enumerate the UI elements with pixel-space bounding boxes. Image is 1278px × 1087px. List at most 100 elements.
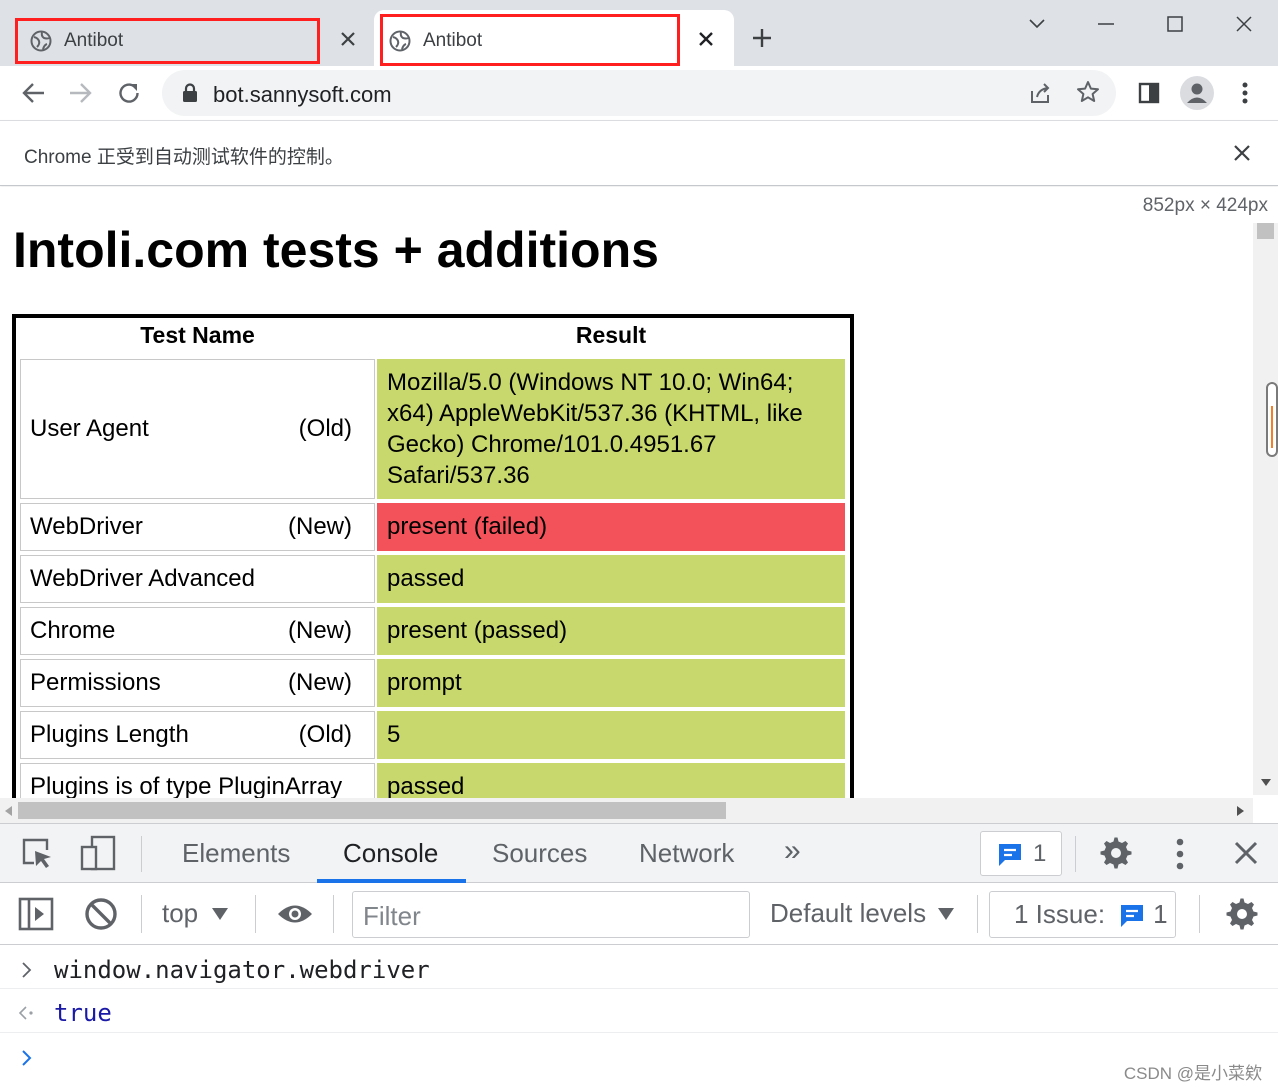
viewport-size-overlay: 852px × 424px xyxy=(1142,195,1268,217)
watermark: CSDN @是小菜欸 xyxy=(1123,1064,1262,1083)
new-tab-icon[interactable] xyxy=(748,24,776,52)
divider xyxy=(977,895,978,933)
back-button[interactable] xyxy=(15,75,51,111)
divider xyxy=(1199,895,1200,933)
log-levels-label: Default levels xyxy=(770,898,927,928)
automation-infobar: Chrome 正受到自动测试软件的控制。 xyxy=(0,120,1278,186)
divider xyxy=(333,895,334,933)
table-row-name-cell: WebDriver (New) xyxy=(20,503,375,551)
test-tag: (New) xyxy=(288,669,352,696)
messages-count: 1 xyxy=(1033,839,1047,867)
highlight-box xyxy=(380,14,680,66)
clear-console-icon[interactable] xyxy=(84,897,118,931)
divider xyxy=(1075,836,1076,872)
console-result-row: true xyxy=(0,989,1278,1033)
bookmark-star-icon[interactable] xyxy=(1076,80,1100,104)
table-row-result-cell: Mozilla/5.0 (Windows NT 10.0; Win64; x64… xyxy=(377,359,845,499)
context-label: top xyxy=(162,898,199,928)
message-icon xyxy=(997,841,1023,867)
tab-sources[interactable]: Sources xyxy=(492,838,587,869)
test-name: Plugins is of type PluginArray xyxy=(30,773,343,800)
divider xyxy=(255,895,256,933)
table-header-result: Result xyxy=(575,322,647,348)
tab-network[interactable]: Network xyxy=(639,838,734,869)
scroll-down-arrow-icon[interactable] xyxy=(1261,779,1271,786)
url-text: bot.sannysoft.com xyxy=(213,82,392,107)
divider xyxy=(141,895,142,933)
filter-input[interactable]: Filter xyxy=(352,891,750,938)
table-row-name-cell: Permissions (New) xyxy=(20,659,375,707)
table-row-name-cell: Chrome (New) xyxy=(20,607,375,655)
result-arrow-icon xyxy=(18,1006,36,1020)
sidebar-toggle-icon[interactable] xyxy=(18,897,54,931)
console-result-value: true xyxy=(54,999,112,1027)
scroll-left-arrow-icon[interactable] xyxy=(5,806,12,816)
issues-button[interactable]: 1 Issue: 1 xyxy=(989,891,1176,938)
results-table: Test Name Result User Agent (Old) Mozilla/… xyxy=(12,314,854,814)
forward-button[interactable] xyxy=(63,75,99,111)
dropdown-triangle-icon xyxy=(938,907,955,920)
scrollbar-thumb[interactable] xyxy=(18,802,726,819)
close-devtools-icon[interactable] xyxy=(1234,841,1258,865)
devtools-menu-kebab-icon[interactable] xyxy=(1176,838,1184,870)
table-row-result-cell: passed xyxy=(377,555,845,603)
log-levels-dropdown[interactable]: Default levels xyxy=(770,898,955,929)
page-vertical-scrollbar[interactable] xyxy=(1253,223,1278,795)
message-icon xyxy=(1119,902,1145,928)
scroll-right-arrow-icon[interactable] xyxy=(1237,806,1244,816)
prompt-chevron-icon xyxy=(22,1050,32,1066)
maximize-icon[interactable] xyxy=(1155,6,1195,42)
devtools-tab-bar: Elements Console Sources Network » 1 xyxy=(0,823,1278,883)
tab-search-icon[interactable] xyxy=(1017,6,1057,42)
test-tag: (New) xyxy=(288,617,352,644)
console-prompt[interactable]: CSDN @是小菜欸 xyxy=(0,1033,1278,1087)
settings-gear-icon[interactable] xyxy=(1099,836,1133,870)
address-bar[interactable]: bot.sannysoft.com xyxy=(162,70,1116,116)
test-tag: (New) xyxy=(288,513,352,540)
reload-button[interactable] xyxy=(111,75,147,111)
console-command: window.navigator.webdriver xyxy=(54,956,430,984)
console-settings-gear-icon[interactable] xyxy=(1225,897,1259,931)
page-title: Intoli.com tests + additions xyxy=(13,222,659,278)
context-selector[interactable]: top xyxy=(162,898,229,929)
table-row-name-cell: WebDriver Advanced xyxy=(20,555,375,603)
dropdown-triangle-icon xyxy=(212,907,229,920)
console-output: window.navigator.webdriver true CSDN @是小… xyxy=(0,945,1278,1087)
tab-console[interactable]: Console xyxy=(343,838,438,869)
prompt-chevron-icon xyxy=(22,962,32,978)
tab-close-icon[interactable] xyxy=(692,25,720,53)
share-icon[interactable] xyxy=(1028,81,1052,105)
tab-close-icon[interactable] xyxy=(334,25,362,53)
infobar-close-icon[interactable] xyxy=(1234,145,1250,161)
page-horizontal-scrollbar[interactable] xyxy=(0,798,1253,823)
live-expression-eye-icon[interactable] xyxy=(276,903,314,925)
menu-kebab-icon[interactable] xyxy=(1227,75,1263,111)
side-panel-icon[interactable] xyxy=(1131,75,1167,111)
test-tag: (Old) xyxy=(298,415,352,442)
console-messages-badge[interactable]: 1 xyxy=(980,831,1062,876)
close-window-icon[interactable] xyxy=(1224,6,1264,42)
browser-toolbar: bot.sannysoft.com xyxy=(0,66,1278,120)
overlay-scroll-indicator[interactable] xyxy=(1266,382,1278,457)
scrollbar-thumb[interactable] xyxy=(1257,223,1274,239)
table-row-name-cell: Plugins Length (Old) xyxy=(20,711,375,759)
scroll-indicator-mark xyxy=(1271,406,1273,448)
issues-label: 1 Issue: xyxy=(1014,899,1106,929)
minimize-icon[interactable] xyxy=(1086,6,1126,42)
table-row-result-cell: 5 xyxy=(377,711,845,759)
inspect-element-icon[interactable] xyxy=(20,836,54,870)
console-input-echo-row: window.navigator.webdriver xyxy=(0,945,1278,989)
more-tabs-button[interactable]: » xyxy=(784,834,801,868)
tab-strip: Antibot Antibot xyxy=(0,0,1278,66)
device-toolbar-icon[interactable] xyxy=(80,835,116,871)
page-viewport: 852px × 424px Intoli.com tests + additio… xyxy=(0,187,1278,823)
test-name: Plugins Length xyxy=(30,721,189,748)
test-name: User Agent xyxy=(30,415,149,442)
test-name: WebDriver Advanced xyxy=(30,565,255,592)
table-header-test-name: Test Name xyxy=(140,322,255,348)
highlight-box xyxy=(15,18,320,64)
tab-elements[interactable]: Elements xyxy=(182,838,290,869)
profile-avatar-icon[interactable] xyxy=(1179,75,1215,111)
issues-count: 1 xyxy=(1153,899,1168,929)
lock-icon[interactable] xyxy=(182,83,198,103)
